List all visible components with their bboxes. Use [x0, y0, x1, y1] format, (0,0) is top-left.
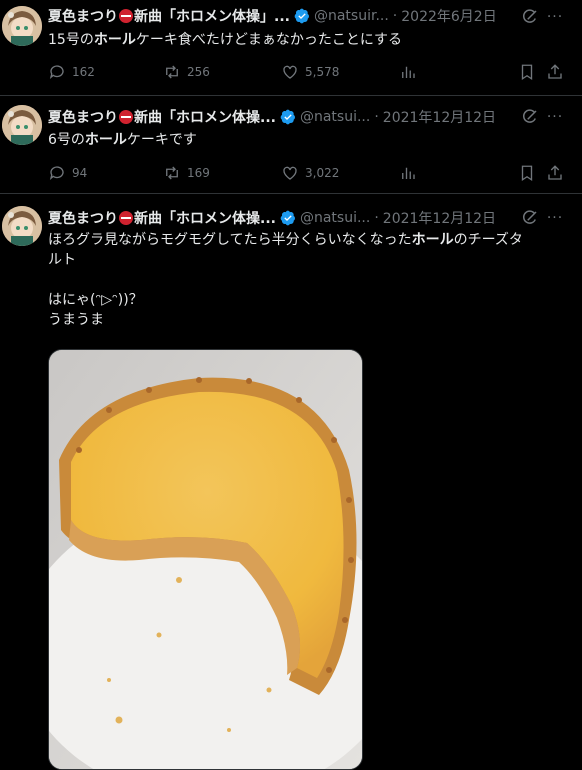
- stop-emoji-icon: [119, 9, 133, 23]
- like-button[interactable]: 3,022: [281, 163, 339, 183]
- more-icon[interactable]: ···: [546, 209, 564, 227]
- tweet-header: 夏色まつり 新曲「ホロメン体操」... @natsuir... · 2022年6…: [48, 6, 582, 26]
- author-handle[interactable]: @natsuir...: [314, 8, 389, 24]
- tweet-text-part: ほろグラ見ながらモグモグしてたら半分くらいなくなった: [48, 232, 412, 248]
- repost-icon: [166, 65, 178, 79]
- avatar-icon: [2, 206, 42, 246]
- separator-dot: ·: [374, 210, 379, 226]
- author-name[interactable]: 夏色まつり 新曲「ホロメン体操...: [48, 208, 276, 228]
- like-icon: [283, 166, 297, 180]
- repost-button[interactable]: 256: [163, 62, 210, 82]
- tweet-2[interactable]: 夏色まつり 新曲「ホロメン体操... @natsui... · 2021年12月…: [0, 96, 582, 193]
- tweet-header: 夏色まつり 新曲「ホロメン体操... @natsui... · 2021年12月…: [48, 208, 582, 228]
- author-handle[interactable]: @natsui...: [300, 109, 370, 125]
- author-name-text: 夏色まつり: [48, 110, 118, 126]
- verified-badge-icon: [280, 210, 295, 226]
- grok-icon[interactable]: [521, 209, 539, 227]
- tweet-header: 夏色まつり 新曲「ホロメン体操... @natsui... · 2021年12月…: [48, 107, 582, 127]
- stop-emoji-icon: [119, 211, 133, 225]
- reply-icon: [49, 65, 64, 80]
- views-icon: [402, 167, 415, 179]
- grok-icon[interactable]: [521, 108, 539, 126]
- repost-button[interactable]: 169: [163, 163, 210, 183]
- more-icon[interactable]: ···: [546, 108, 564, 126]
- grok-icon[interactable]: [521, 8, 539, 26]
- reply-button[interactable]: 162: [48, 62, 95, 82]
- verified-badge-icon: [280, 109, 295, 125]
- repost-count: 169: [187, 166, 210, 180]
- tweet-text-part: ケーキ食べたけどまぁなかったことにする: [135, 32, 402, 48]
- tweet-photo[interactable]: [48, 349, 363, 770]
- author-name[interactable]: 夏色まつり 新曲「ホロメン体操...: [48, 107, 276, 127]
- author-name-suffix: 新曲「ホロメン体操...: [134, 110, 276, 126]
- separator-dot: ·: [374, 109, 379, 125]
- author-name-text: 夏色まつり: [48, 211, 118, 227]
- views-button[interactable]: [399, 163, 423, 183]
- like-icon: [283, 65, 297, 79]
- author-name-suffix: 新曲「ホロメン体操...: [134, 211, 276, 227]
- like-count: 3,022: [305, 166, 340, 180]
- tweet-text: ほろグラ見ながらモグモグしてたら半分くらいなくなったホールのチーズタ ルト はに…: [48, 230, 562, 330]
- repost-icon: [166, 166, 178, 180]
- author-name-text: 夏色まつり: [48, 9, 118, 25]
- avatar-icon: [2, 6, 42, 46]
- like-button[interactable]: 5,578: [281, 62, 339, 82]
- tweet-date[interactable]: 2022年6月2日: [401, 6, 496, 26]
- tweet-text-bold: ホール: [84, 132, 127, 148]
- tweet-text-bold: ホール: [411, 232, 454, 248]
- avatar-icon: [2, 105, 42, 145]
- share-button[interactable]: [546, 62, 570, 82]
- share-button[interactable]: [546, 163, 570, 183]
- bookmark-button[interactable]: [518, 62, 542, 82]
- tweet-text: 15号のホールケーキ食べたけどまぁなかったことにする: [48, 30, 566, 50]
- tweet-text: 6号のホールケーキです: [48, 130, 566, 150]
- tweet-text-part: 15号の: [48, 32, 94, 48]
- views-button[interactable]: [399, 62, 423, 82]
- tweet-text-part: 6号の: [48, 132, 85, 148]
- separator-dot: ·: [392, 8, 398, 24]
- stop-emoji-icon: [119, 110, 133, 124]
- action-bar: 94 169 3,022: [48, 163, 568, 183]
- reply-icon: [49, 166, 64, 181]
- bookmark-icon: [521, 64, 533, 81]
- share-icon: [548, 64, 562, 79]
- avatar[interactable]: [2, 105, 42, 145]
- tweet-date[interactable]: 2021年12月12日: [383, 107, 496, 127]
- reply-button[interactable]: 94: [48, 163, 87, 183]
- cheese-tart-photo: [49, 350, 362, 769]
- tweet-date[interactable]: 2021年12月12日: [383, 208, 496, 228]
- author-name-suffix: 新曲「ホロメン体操」...: [134, 9, 290, 25]
- views-icon: [402, 66, 415, 78]
- repost-count: 256: [187, 65, 210, 79]
- avatar[interactable]: [2, 206, 42, 246]
- more-icon[interactable]: ···: [546, 8, 564, 26]
- author-handle[interactable]: @natsui...: [300, 210, 370, 226]
- tweet-text-part: ケーキです: [126, 132, 197, 148]
- verified-badge-icon: [294, 8, 309, 24]
- like-count: 5,578: [305, 65, 340, 79]
- reply-count: 162: [72, 65, 95, 79]
- reply-count: 94: [72, 166, 88, 180]
- bookmark-icon: [521, 165, 533, 182]
- tweet-text-bold: ホール: [93, 32, 136, 48]
- tweet-1[interactable]: 夏色まつり 新曲「ホロメン体操」... @natsuir... · 2022年6…: [0, 0, 582, 95]
- action-bar: 162 256 5,578: [48, 62, 568, 82]
- author-name[interactable]: 夏色まつり 新曲「ホロメン体操」...: [48, 6, 290, 26]
- share-icon: [548, 165, 562, 180]
- bookmark-button[interactable]: [518, 163, 542, 183]
- avatar[interactable]: [2, 6, 42, 46]
